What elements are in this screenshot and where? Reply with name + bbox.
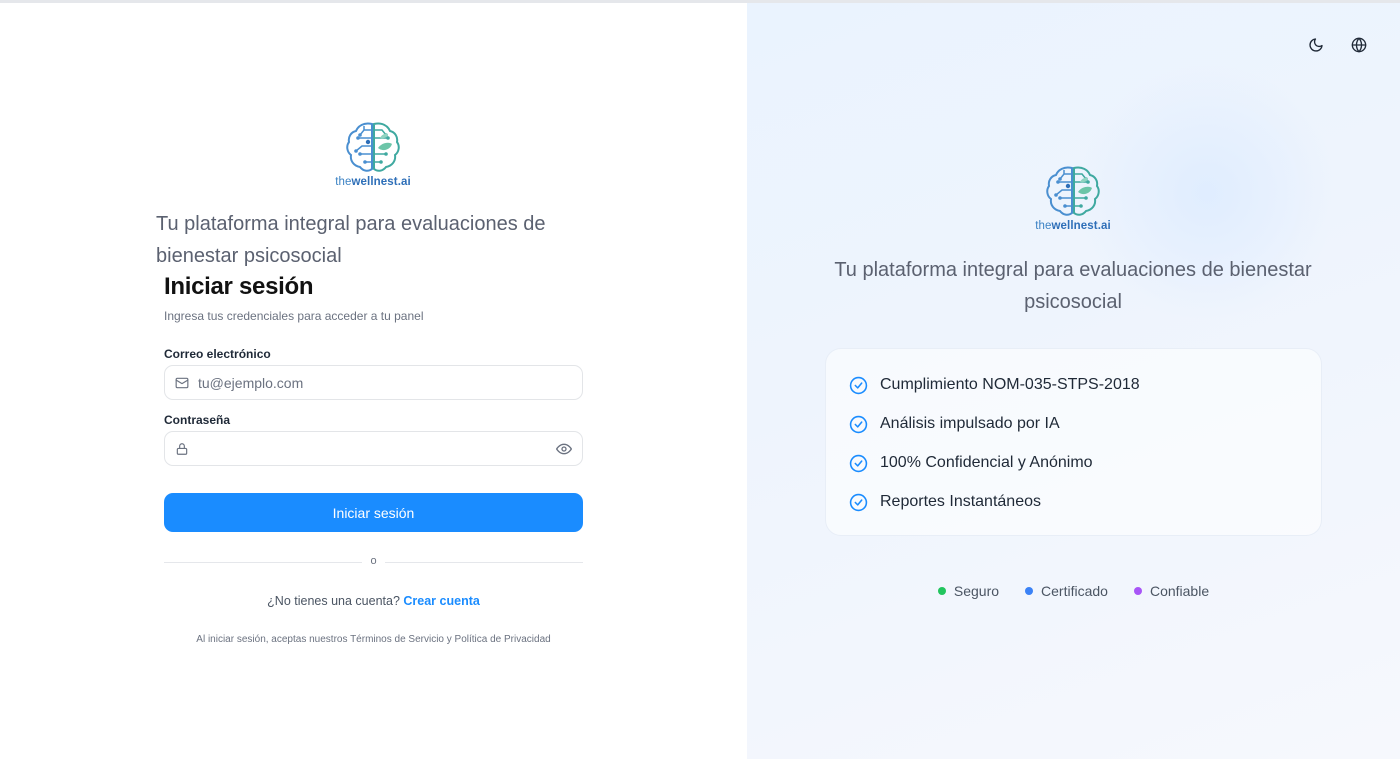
status-dot	[937, 587, 946, 595]
theme-toggle-moon-icon[interactable]	[1304, 33, 1328, 57]
login-button[interactable]: Iniciar sesión	[164, 493, 583, 532]
feature-label: Reportes Instantáneos	[880, 493, 1041, 510]
feature-label: 100% Confidencial y Anónimo	[880, 454, 1093, 471]
email-input[interactable]	[198, 374, 582, 391]
status-dot	[1133, 587, 1142, 595]
password-input[interactable]	[198, 440, 555, 457]
badge-label: Confiable	[1149, 583, 1210, 599]
tagline-right: Tu plataforma integral para evaluaciones…	[834, 259, 1312, 313]
mail-icon	[174, 375, 190, 391]
check-circle-icon	[849, 454, 868, 473]
signup-prompt: ¿No tienes una cuenta?	[267, 594, 400, 608]
badge-secure: Seguro	[937, 583, 1000, 599]
brand-logo-right: thewellnest.ai	[1030, 162, 1116, 232]
password-field-wrapper[interactable]	[164, 431, 583, 466]
login-title: Iniciar sesión	[164, 273, 314, 300]
or-divider: o	[164, 555, 583, 569]
create-account-link[interactable]: Crear cuenta	[403, 594, 479, 608]
features-card: Cumplimiento NOM-035-STPS-2018 Análisis …	[825, 348, 1322, 536]
feature-item: Cumplimiento NOM-035-STPS-2018	[849, 374, 1140, 396]
show-password-eye-icon[interactable]	[555, 440, 573, 458]
feature-item: 100% Confidencial y Anónimo	[849, 452, 1093, 474]
brand-wordmark: thewellnest.ai	[1035, 220, 1111, 232]
feature-label: Cumplimiento NOM-035-STPS-2018	[880, 376, 1140, 393]
info-panel: thewellnest.ai Tu plataforma integral pa…	[747, 3, 1400, 759]
terms-notice: Al iniciar sesión, aceptas nuestros Térm…	[196, 634, 551, 645]
email-field-wrapper[interactable]	[164, 365, 583, 400]
language-globe-icon[interactable]	[1347, 33, 1371, 57]
badge-label: Certificado	[1041, 583, 1108, 599]
brain-logo-icon	[346, 122, 400, 172]
feature-item: Análisis impulsado por IA	[849, 413, 1060, 435]
divider-text: o	[370, 555, 377, 567]
feature-item: Reportes Instantáneos	[849, 491, 1041, 513]
brain-logo-icon	[1046, 166, 1100, 216]
lock-icon	[174, 441, 190, 457]
badge-label: Seguro	[953, 583, 1000, 599]
signup-row: ¿No tienes una cuenta? Crear cuenta	[164, 594, 583, 608]
check-circle-icon	[849, 493, 868, 512]
login-subtitle: Ingresa tus credenciales para acceder a …	[164, 309, 424, 323]
brand-wordmark: thewellnest.ai	[335, 176, 411, 188]
login-panel: thewellnest.ai Tu plataforma integral pa…	[0, 3, 747, 759]
feature-label: Análisis impulsado por IA	[880, 415, 1060, 432]
check-circle-icon	[849, 376, 868, 395]
badge-reliable: Confiable	[1133, 583, 1210, 599]
divider-line-right	[385, 562, 583, 563]
check-circle-icon	[849, 415, 868, 434]
brand-logo: thewellnest.ai	[330, 118, 416, 188]
badge-certified: Certificado	[1025, 583, 1108, 599]
email-label: Correo electrónico	[164, 347, 271, 361]
tagline: Tu plataforma integral para evaluaciones…	[156, 213, 546, 267]
password-label: Contraseña	[164, 413, 231, 427]
trust-badges: Seguro Certificado Confiable	[747, 583, 1400, 599]
status-dot	[1025, 587, 1034, 595]
